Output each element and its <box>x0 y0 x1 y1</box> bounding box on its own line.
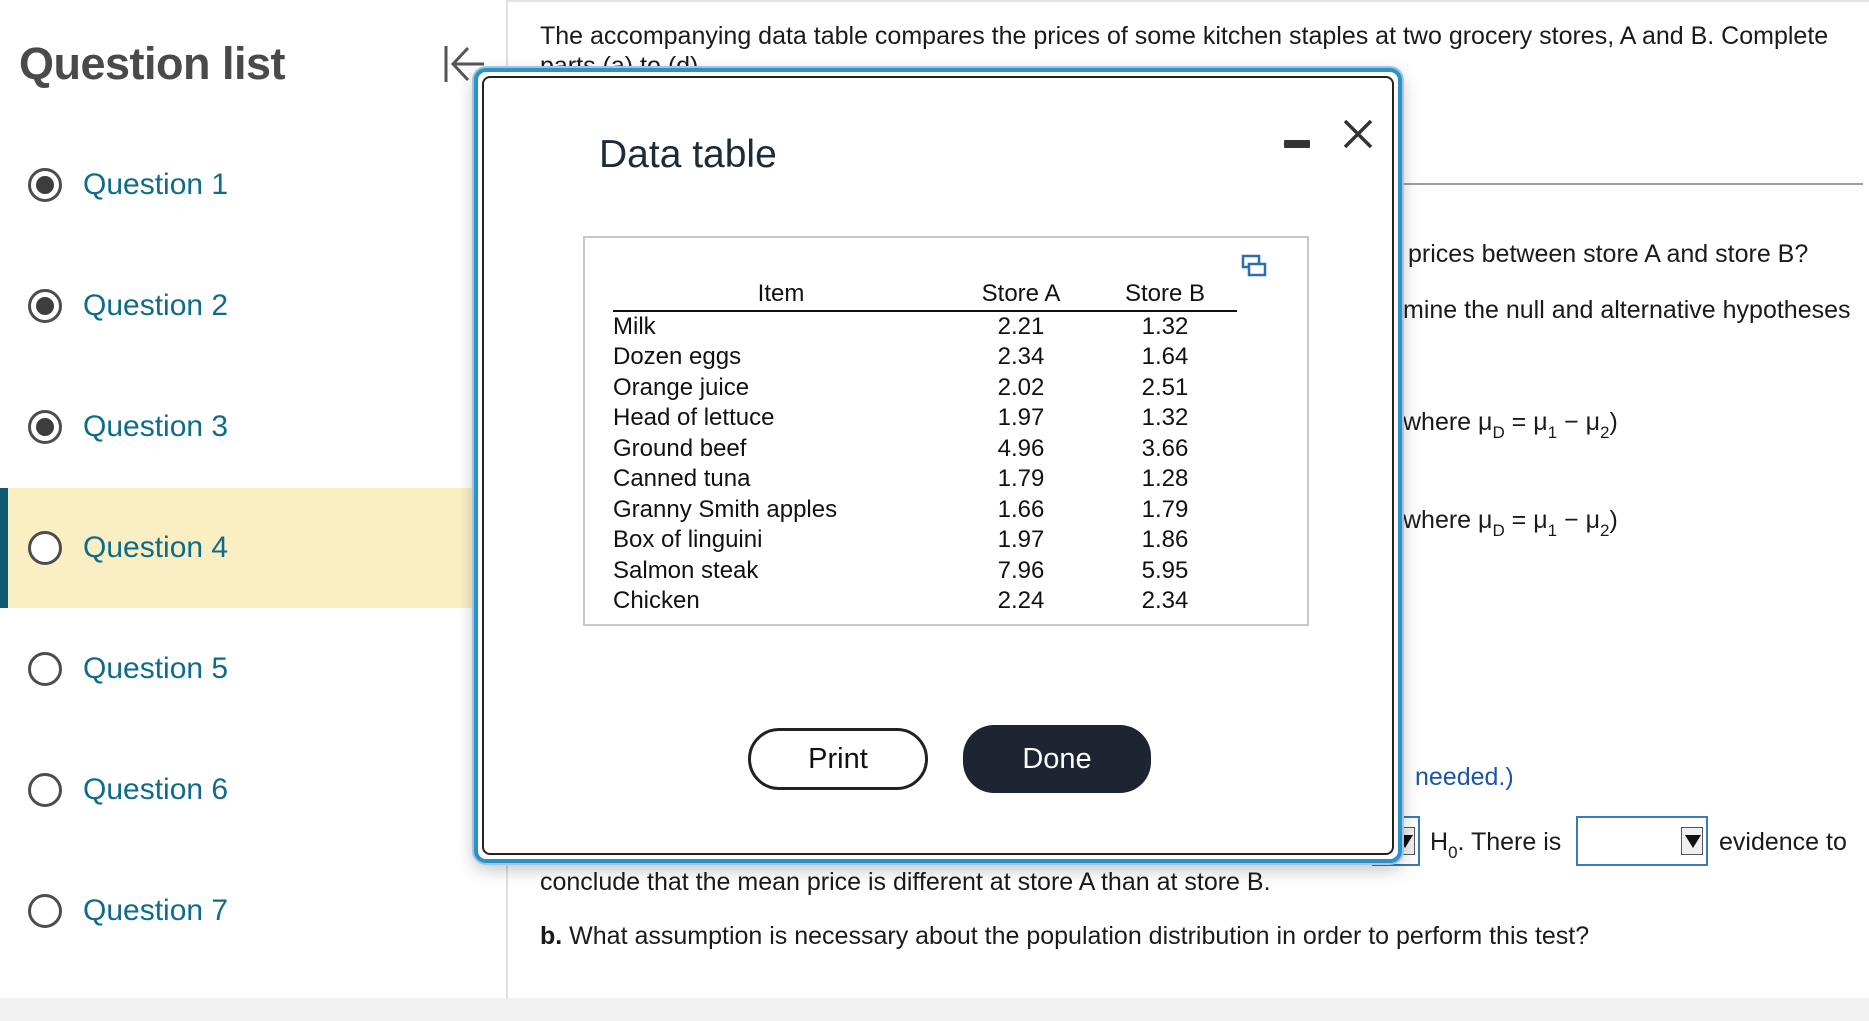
cell-item: Canned tuna <box>613 465 751 493</box>
alt-hypothesis-note-2: where μD = μ1 − μ2) <box>1403 506 1618 540</box>
sidebar-item-label: Question 3 <box>83 410 229 443</box>
print-button[interactable]: Print <box>748 728 928 790</box>
rounding-note-partial: needed.) <box>1415 763 1514 791</box>
cell-store-a: 2.21 <box>997 313 1045 340</box>
app-root: Question list Question 1 Question 2 Questi… <box>0 0 1869 1021</box>
sidebar-item-question-1[interactable]: Question 1 <box>0 125 474 245</box>
evidence-to-text: evidence to <box>1719 828 1847 856</box>
unanswered-radio-icon <box>28 652 62 686</box>
cell-store-b: 2.34 <box>1141 587 1189 615</box>
cell-store-b: 1.79 <box>1141 495 1189 523</box>
dialog-title: Data table <box>599 133 777 176</box>
cell-store-b: 1.64 <box>1141 343 1189 371</box>
cell-item: Box of linguini <box>613 526 763 554</box>
dialog-body: Data table Item Store A Store B Milk 2.2… <box>482 76 1394 855</box>
cell-store-b: 1.32 <box>1141 404 1189 432</box>
answered-radio-icon <box>28 168 62 202</box>
table-row: Milk 2.21 1.32 <box>613 311 1237 342</box>
column-header-store-a: Store A <box>949 280 1093 312</box>
cell-item: Orange juice <box>613 373 750 401</box>
cell-store-b: 1.86 <box>1141 526 1189 554</box>
table-row: Canned tuna 1.79 1.28 <box>613 464 1237 495</box>
unanswered-radio-icon <box>28 894 62 928</box>
table-row: Chicken 2.24 2.34 <box>613 586 1237 617</box>
sidebar-item-question-4[interactable]: Question 4 <box>0 488 474 608</box>
answered-radio-icon <box>28 289 62 323</box>
sidebar-item-label: Question 1 <box>83 168 229 201</box>
cell-store-b: 3.66 <box>1141 434 1189 462</box>
unanswered-radio-icon <box>28 773 62 807</box>
cell-store-a: 2.34 <box>997 343 1045 371</box>
intro-text-line1: The accompanying data table compares the… <box>540 22 1829 50</box>
cell-item: Milk <box>613 313 656 340</box>
sidebar-item-question-7[interactable]: Question 7 <box>0 851 474 971</box>
column-header-item: Item <box>613 280 949 312</box>
data-table-dialog: Data table Item Store A Store B Milk 2.2… <box>474 68 1402 863</box>
table-row: Head of lettuce 1.97 1.32 <box>613 403 1237 434</box>
minimize-icon[interactable] <box>1280 124 1314 158</box>
cell-item: Dozen eggs <box>613 343 742 371</box>
sidebar-item-label: Question 5 <box>83 652 229 685</box>
section-divider <box>1400 183 1863 185</box>
cell-store-a: 2.02 <box>997 373 1045 401</box>
sidebar-item-question-6[interactable]: Question 6 <box>0 730 474 850</box>
cell-item: Chicken <box>613 587 700 615</box>
conclusion-text: conclude that the mean price is differen… <box>540 868 1271 896</box>
cell-store-a: 1.66 <box>997 495 1045 523</box>
done-button[interactable]: Done <box>963 725 1151 793</box>
cell-store-b: 1.28 <box>1141 465 1189 493</box>
sidebar-item-label: Question 4 <box>83 531 229 564</box>
part-b-question: b. What assumption is necessary about th… <box>540 922 1590 950</box>
copy-table-icon[interactable] <box>1241 254 1267 278</box>
sidebar-item-question-5[interactable]: Question 5 <box>0 609 474 729</box>
table-row: Ground beef 4.96 3.66 <box>613 434 1237 465</box>
part-a-question-partial: prices between store A and store B? <box>1408 240 1809 268</box>
answered-radio-icon <box>28 410 62 444</box>
cell-store-b: 5.95 <box>1141 556 1189 584</box>
hypotheses-instruction-partial: mine the null and alternative hypotheses <box>1403 296 1851 324</box>
close-icon[interactable] <box>1340 116 1376 152</box>
cell-store-a: 7.96 <box>997 556 1045 584</box>
chevron-down-icon <box>1681 827 1703 855</box>
column-header-store-b: Store B <box>1093 280 1237 312</box>
cell-store-b: 2.51 <box>1141 373 1189 401</box>
h0-conclusion-text: H0. There is <box>1430 828 1562 862</box>
cell-store-a: 2.24 <box>997 587 1045 615</box>
sidebar-item-question-2[interactable]: Question 2 <box>0 246 474 366</box>
sidebar-item-label: Question 7 <box>83 894 229 927</box>
cell-item: Head of lettuce <box>613 404 775 432</box>
prices-table: Item Store A Store B Milk 2.21 1.32 Dozen e… <box>613 280 1237 617</box>
cell-store-a: 4.96 <box>997 434 1045 462</box>
cell-item: Salmon steak <box>613 556 759 584</box>
bottom-bar <box>0 998 1869 1021</box>
sidebar-item-label: Question 6 <box>83 773 229 806</box>
sidebar-title: Question list <box>19 38 286 89</box>
cell-store-a: 1.97 <box>997 404 1045 432</box>
sidebar-item-label: Question 2 <box>83 289 229 322</box>
table-row: Orange juice 2.02 2.51 <box>613 373 1237 404</box>
unanswered-radio-icon <box>28 531 62 565</box>
table-row: Box of linguini 1.97 1.86 <box>613 525 1237 556</box>
sidebar-item-question-3[interactable]: Question 3 <box>0 367 474 487</box>
cell-item: Ground beef <box>613 434 747 462</box>
evidence-level-dropdown[interactable] <box>1576 816 1708 866</box>
cell-item: Granny Smith apples <box>613 495 838 523</box>
table-row: Dozen eggs 2.34 1.64 <box>613 342 1237 373</box>
table-row: Salmon steak 7.96 5.95 <box>613 556 1237 587</box>
alt-hypothesis-note-1: where μD = μ1 − μ2) <box>1403 408 1618 442</box>
cell-store-a: 1.97 <box>997 526 1045 554</box>
table-header-row: Item Store A Store B <box>613 280 1237 312</box>
question-list-sidebar: Question list Question 1 Question 2 Questi… <box>0 0 508 998</box>
cell-store-a: 1.79 <box>997 465 1045 493</box>
cell-store-b: 1.32 <box>1141 313 1189 340</box>
data-table-frame: Item Store A Store B Milk 2.21 1.32 Dozen e… <box>583 236 1309 626</box>
table-row: Granny Smith apples 1.66 1.79 <box>613 495 1237 526</box>
